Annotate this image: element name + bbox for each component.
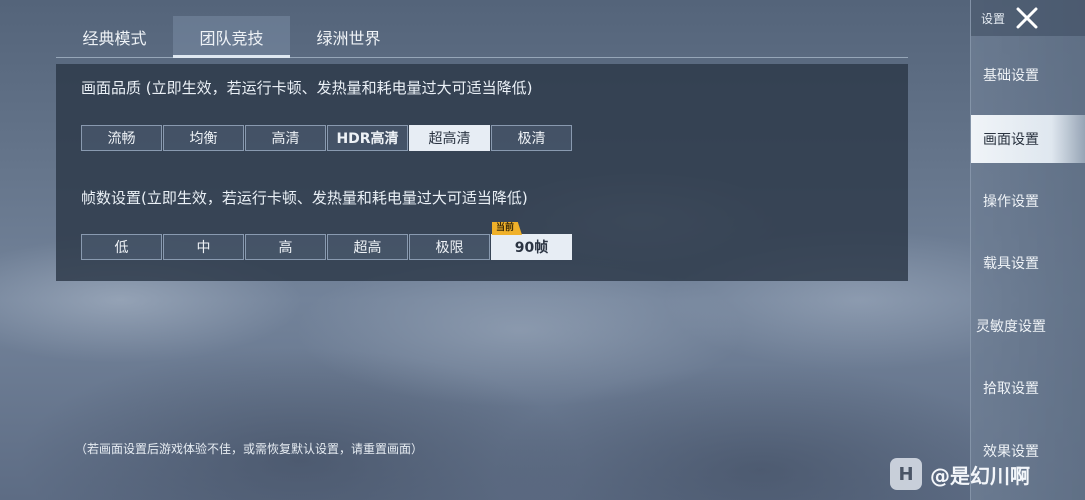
fps-option-extreme[interactable]: 极限: [409, 234, 490, 260]
reset-hint-text: （若画面设置后游戏体验不佳，或需恢复默认设置，请重置画面）: [75, 442, 424, 456]
fps-option-90[interactable]: 当前 90帧: [491, 222, 572, 260]
tab-team-deathmatch[interactable]: 团队竞技: [173, 16, 290, 58]
sidebar-item-controls[interactable]: 操作设置: [971, 177, 1085, 225]
fps-option-high[interactable]: 高: [245, 234, 326, 260]
fps-option-90-label: 90帧: [514, 240, 549, 256]
watermark: H @是幻川啊: [890, 458, 1030, 490]
graphics-quality-title: 画面品质 (立即生效，若运行卡顿、发热量和耗电量过大可适当降低): [81, 79, 533, 97]
fps-option-medium[interactable]: 中: [163, 234, 244, 260]
quality-option-hd[interactable]: 高清: [245, 125, 326, 151]
sidebar-item-sensitivity[interactable]: 灵敏度设置: [971, 302, 1085, 350]
graphics-quality-options: 流畅 均衡 高清 HDR高清 超高清 极清: [81, 125, 573, 151]
watermark-logo-icon: H: [890, 458, 922, 490]
quality-option-ultra-hd[interactable]: 超高清: [409, 125, 490, 151]
frame-rate-options: 低 中 高 超高 极限 当前 90帧: [81, 222, 573, 260]
graphics-settings-panel: 画面品质 (立即生效，若运行卡顿、发热量和耗电量过大可适当降低) 流畅 均衡 高…: [56, 64, 908, 281]
quality-option-extreme[interactable]: 极清: [491, 125, 572, 151]
tab-oasis-world[interactable]: 绿洲世界: [290, 16, 407, 57]
fps-option-low[interactable]: 低: [81, 234, 162, 260]
sidebar-item-vehicle[interactable]: 载具设置: [971, 239, 1085, 287]
current-badge: 当前: [492, 222, 523, 235]
frame-rate-title: 帧数设置(立即生效，若运行卡顿、发热量和耗电量过大可适当降低): [81, 189, 528, 207]
sidebar-item-pickup[interactable]: 拾取设置: [971, 364, 1085, 412]
sidebar-item-graphics[interactable]: 画面设置: [971, 115, 1085, 163]
fps-option-ultra[interactable]: 超高: [327, 234, 408, 260]
quality-option-smooth[interactable]: 流畅: [81, 125, 162, 151]
quality-option-balanced[interactable]: 均衡: [163, 125, 244, 151]
sidebar-header-label: 设置: [981, 11, 1006, 26]
tab-classic-mode[interactable]: 经典模式: [56, 16, 173, 57]
mode-tabs: 经典模式 团队竞技 绿洲世界: [56, 16, 908, 58]
quality-option-hdr[interactable]: HDR高清: [327, 125, 408, 151]
watermark-text: @是幻川啊: [930, 463, 1030, 488]
close-x-icon[interactable]: [1015, 6, 1039, 30]
sidebar-item-basic[interactable]: 基础设置: [971, 51, 1085, 99]
settings-sidebar: 设置 基础设置 画面设置 操作设置 载具设置 灵敏度设置 拾取设置 效果设置: [970, 0, 1085, 500]
